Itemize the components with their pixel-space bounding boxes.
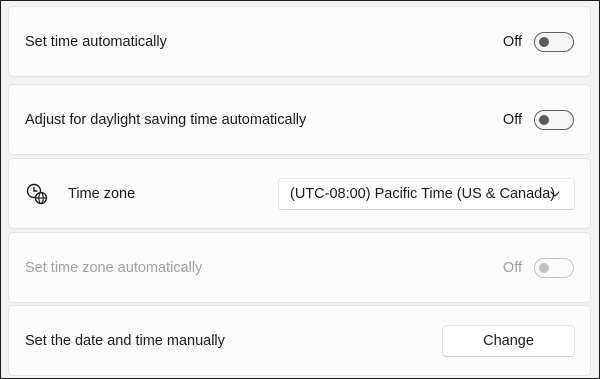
set-date-time-manually-label: Set the date and time manually bbox=[25, 332, 225, 349]
clock-globe-icon bbox=[26, 183, 48, 204]
set-time-zone-automatically-row: Set time zone automatically Off bbox=[8, 232, 591, 303]
set-time-automatically-label: Set time automatically bbox=[25, 33, 167, 50]
daylight-saving-state: Off bbox=[502, 111, 522, 128]
set-time-automatically-state: Off bbox=[502, 33, 522, 50]
time-zone-row: Time zone (UTC-08:00) Pacific Time (US &… bbox=[8, 158, 591, 229]
set-time-automatically-toggle[interactable] bbox=[534, 31, 574, 52]
set-date-time-manually-row: Set the date and time manually Change bbox=[8, 305, 591, 376]
set-time-automatically-row: Set time automatically Off bbox=[8, 6, 591, 77]
time-zone-selected-value: (UTC-08:00) Pacific Time (US & Canada) bbox=[290, 185, 556, 202]
change-button[interactable]: Change bbox=[442, 324, 575, 357]
set-time-zone-automatically-state: Off bbox=[502, 259, 522, 276]
chevron-down-icon bbox=[550, 190, 560, 197]
daylight-saving-toggle[interactable] bbox=[534, 109, 574, 130]
set-time-zone-automatically-toggle[interactable] bbox=[534, 257, 574, 278]
daylight-saving-label: Adjust for daylight saving time automati… bbox=[25, 111, 307, 128]
daylight-saving-row: Adjust for daylight saving time automati… bbox=[8, 84, 591, 155]
time-zone-dropdown[interactable]: (UTC-08:00) Pacific Time (US & Canada) bbox=[278, 177, 575, 210]
toggle-knob bbox=[539, 36, 549, 47]
time-zone-label: Time zone bbox=[68, 185, 136, 202]
set-time-zone-automatically-label: Set time zone automatically bbox=[25, 259, 203, 276]
date-time-settings-panel: Set time automatically Off Adjust for da… bbox=[0, 0, 600, 379]
toggle-knob bbox=[539, 262, 549, 273]
toggle-knob bbox=[539, 114, 549, 125]
